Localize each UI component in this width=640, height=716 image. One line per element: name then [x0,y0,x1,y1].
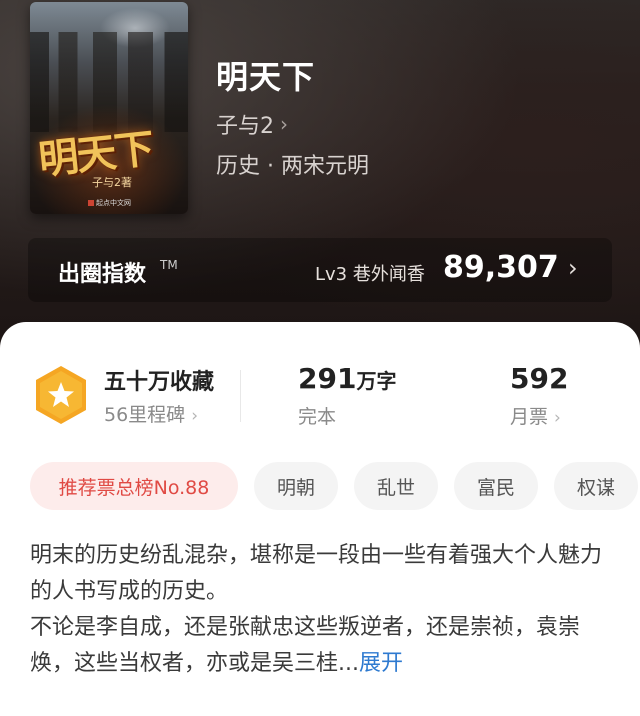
book-cover[interactable]: 明天下 子与2著 起点中文网 [30,2,188,214]
chevron-right-icon: › [568,254,578,282]
word-count: 291万字 [298,362,396,395]
book-header: 明天下 子与2著 起点中文网 明天下 子与2 › 历史 · 两宋元明 出圈指数 … [0,0,640,360]
book-description: 明末的历史纷乱混杂，堪称是一段由一些有着强大个人魅力的人书写成的历史。 不论是李… [30,538,602,682]
book-info-card: 五十万收藏 56里程碑 › 291万字 完本 592 月票 › 推荐票总榜No.88… [0,322,640,716]
trademark-mark: TM [160,258,178,272]
author-link[interactable]: 子与2 › [216,108,288,140]
description-paragraph-2-text: 不论是李自成，还是张献忠这些叛逆者，还是崇祯，袁崇焕，这些当权者，亦或是吴三桂.… [30,615,581,676]
tag-ranking[interactable]: 推荐票总榜No.88 [30,462,238,510]
book-title: 明天下 [216,58,316,96]
book-genre: 历史 · 两宋元明 [216,154,369,179]
monthly-votes-value: 592 [510,362,569,395]
word-count-value: 291 [298,362,357,395]
publisher-logo-icon [88,200,94,206]
tag-ming-dynasty[interactable]: 明朝 [254,462,338,510]
star-badge-icon [36,366,86,424]
circle-index-bar[interactable]: 出圈指数 TM Lv3 巷外闻香 89,307 › [28,238,612,302]
milestone-label: 56里程碑 [104,404,186,426]
cover-author: 子与2著 [92,176,132,189]
expand-link[interactable]: 展开 [359,651,403,676]
tag-power-schemes[interactable]: 权谋 [554,462,638,510]
monthly-votes-label: 月票 [510,406,549,428]
tag-list: 推荐票总榜No.88 明朝 乱世 富民 权谋 [30,462,640,512]
description-paragraph-2: 不论是李自成，还是张献忠这些叛逆者，还是崇祯，袁崇焕，这些当权者，亦或是吴三桂.… [30,610,602,682]
chevron-right-icon: › [191,406,198,426]
cover-publisher: 起点中文网 [88,198,131,208]
author-name: 子与2 [216,114,274,139]
circle-index-label: 出圈指数 [58,262,147,287]
collection-milestone-link[interactable]: 56里程碑 › [104,400,198,427]
word-count-unit: 万字 [356,369,397,393]
completion-status: 完本 [298,406,337,428]
tag-enrich-people[interactable]: 富民 [454,462,538,510]
description-paragraph-1: 明末的历史纷乱混杂，堪称是一段由一些有着强大个人魅力的人书写成的历史。 [30,543,603,604]
circle-index-level: Lv3 巷外闻香 [315,264,425,285]
circle-index-value: 89,307 [443,250,559,285]
collection-milestone-title: 五十万收藏 [104,370,215,395]
chevron-right-icon: › [554,408,561,428]
monthly-votes-link[interactable]: 月票 › [510,402,561,429]
chevron-right-icon: › [280,112,288,136]
tag-turbulent-times[interactable]: 乱世 [354,462,438,510]
stat-divider [240,370,241,422]
